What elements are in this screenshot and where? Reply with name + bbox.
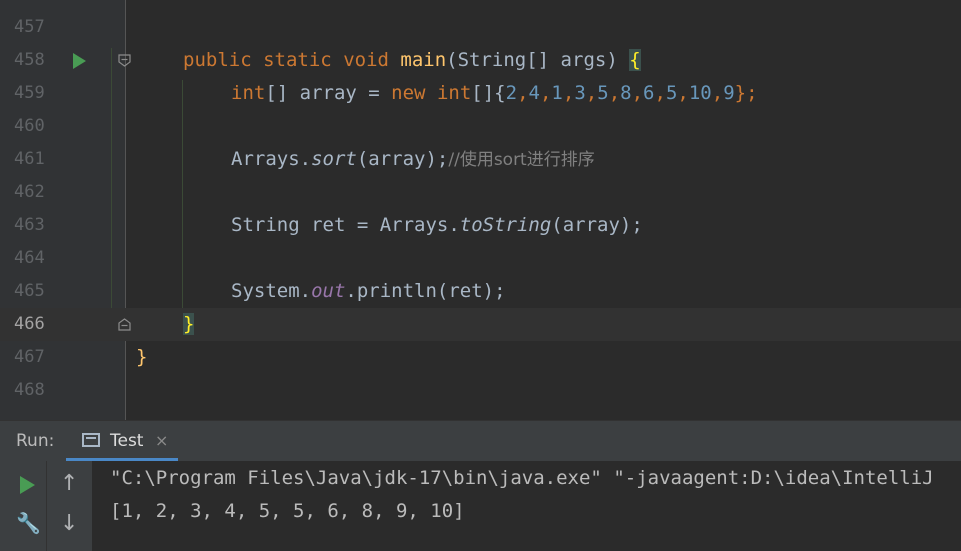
line-number: 462 — [14, 182, 45, 202]
line-number: 457 — [14, 17, 45, 37]
code-line-461[interactable]: 461 Arrays.sort(array);//使用sort进行排序 — [0, 143, 961, 176]
code-line-466[interactable]: 466 } — [0, 308, 961, 341]
line-number: 465 — [14, 281, 45, 301]
console-output-line: "C:\Program Files\Java\jdk-17\bin\java.e… — [110, 467, 934, 489]
code-line-463[interactable]: 463 String ret = Arrays.toString(array); — [0, 209, 961, 242]
down-arrow-icon[interactable]: ↓ — [60, 511, 78, 536]
run-label: Run: — [16, 431, 55, 451]
line-number: 458 — [14, 50, 45, 70]
code-line-464[interactable]: 464 — [0, 242, 961, 275]
code-editor[interactable]: 457 458 public static void main(String[]… — [0, 0, 961, 420]
close-icon[interactable]: × — [155, 421, 168, 461]
code-text: } — [136, 346, 148, 368]
run-icon[interactable] — [20, 476, 35, 494]
tab-label: Test — [110, 431, 144, 451]
line-number: 468 — [14, 380, 45, 400]
code-line-468[interactable]: 468 — [0, 374, 961, 407]
code-line-465[interactable]: 465 System.out.println(ret); — [0, 275, 961, 308]
code-text: public static void main(String[] args) { — [183, 49, 641, 71]
console-output-line: [1, 2, 3, 4, 5, 5, 6, 8, 9, 10] — [110, 500, 465, 522]
tab-test[interactable]: Test × — [66, 421, 178, 461]
code-text: String ret = Arrays.toString(array); — [231, 214, 643, 236]
code-line-459[interactable]: 459 int[] array = new int[]{2,4,1,3,5,8,… — [0, 77, 961, 110]
run-toolbar: 🔧 ↑ ↓ — [0, 461, 92, 551]
code-line-467[interactable]: 467 } — [0, 341, 961, 374]
up-arrow-icon[interactable]: ↑ — [60, 471, 78, 496]
run-tool-window-header: Run: Test × — [0, 420, 961, 462]
fold-end-icon[interactable] — [118, 318, 131, 331]
line-number: 461 — [14, 149, 45, 169]
line-number: 460 — [14, 116, 45, 136]
fold-collapse-icon[interactable] — [118, 54, 131, 67]
console-icon — [82, 433, 100, 447]
code-line-458[interactable]: 458 public static void main(String[] arg… — [0, 44, 961, 77]
code-text: int[] array = new int[]{2,4,1,3,5,8,6,5,… — [231, 82, 758, 104]
code-line-457[interactable]: 457 — [0, 11, 961, 44]
run-gutter-icon[interactable] — [73, 53, 86, 69]
line-number: 466 — [14, 314, 45, 334]
line-number: 464 — [14, 248, 45, 268]
toolbar-separator — [46, 461, 47, 551]
code-text: } — [183, 313, 195, 335]
wrench-icon[interactable]: 🔧 — [16, 511, 41, 535]
line-number: 467 — [14, 347, 45, 367]
code-text: System.out.println(ret); — [231, 280, 506, 302]
code-line-462[interactable]: 462 — [0, 176, 961, 209]
code-text: Arrays.sort(array);//使用sort进行排序 — [231, 148, 595, 170]
line-number: 459 — [14, 83, 45, 103]
line-number: 463 — [14, 215, 45, 235]
run-console[interactable]: 🔧 ↑ ↓ "C:\Program Files\Java\jdk-17\bin\… — [0, 461, 961, 551]
code-line-460[interactable]: 460 — [0, 110, 961, 143]
